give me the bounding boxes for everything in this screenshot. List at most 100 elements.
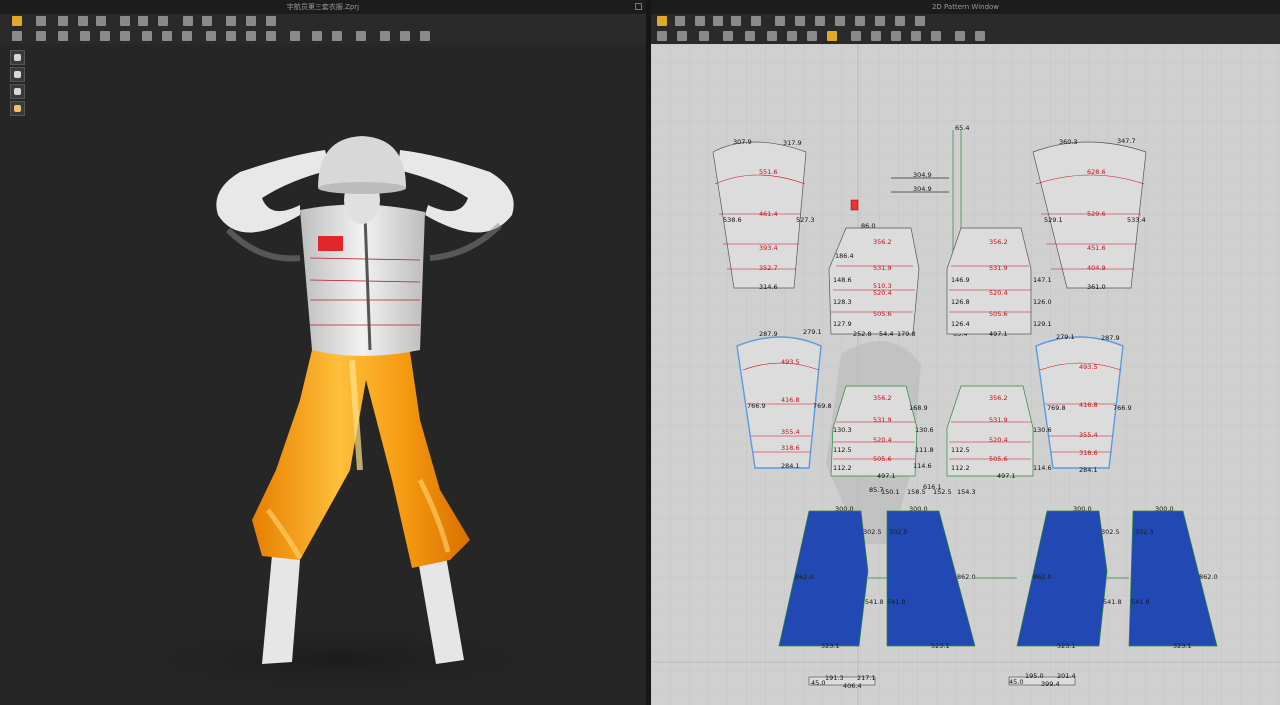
label: 416.8 xyxy=(1079,401,1098,409)
arrow-2d-icon[interactable] xyxy=(871,31,881,41)
edit-curve-icon[interactable] xyxy=(695,16,705,26)
label: 112.5 xyxy=(951,446,970,454)
label: 279.1 xyxy=(1056,333,1075,341)
label: 127.9 xyxy=(833,320,852,328)
label: 112.5 xyxy=(833,446,852,454)
label: 399.4 xyxy=(1041,680,1060,688)
label: 287.9 xyxy=(1101,334,1120,342)
label: 54.4 xyxy=(879,330,893,338)
edit-sewing-icon[interactable] xyxy=(767,31,777,41)
label: 862.0 xyxy=(795,573,814,581)
label: 505.6 xyxy=(873,455,892,463)
transform-pattern-icon[interactable] xyxy=(657,16,667,26)
pattern-layout[interactable]: 307.9 317.9 551.6 461.4 393.4 352.7 314.… xyxy=(651,44,1280,705)
label: 356.2 xyxy=(989,394,1008,402)
trace-icon[interactable] xyxy=(915,16,925,26)
label: 531.9 xyxy=(989,264,1008,272)
pin-2d-icon[interactable] xyxy=(699,31,709,41)
label: 279.1 xyxy=(803,328,822,336)
2d-pattern-canvas[interactable]: 307.9 317.9 551.6 461.4 393.4 352.7 314.… xyxy=(651,44,1280,705)
zigzag-icon[interactable] xyxy=(891,31,901,41)
line-2d-icon[interactable] xyxy=(851,31,861,41)
edit-pattern-icon[interactable] xyxy=(675,16,685,26)
curve-point-icon[interactable] xyxy=(713,16,723,26)
dots-2d-icon[interactable] xyxy=(807,31,817,41)
measure-2d-icon[interactable] xyxy=(931,31,941,41)
rectangle-fill-icon[interactable] xyxy=(795,16,805,26)
label: 148.6 xyxy=(833,276,852,284)
label: 252.8 xyxy=(853,330,872,338)
rectangle-icon[interactable] xyxy=(775,16,785,26)
label: 862.0 xyxy=(1199,573,1218,581)
label: 304.9 xyxy=(913,185,932,193)
label: 356.2 xyxy=(989,238,1008,246)
2d-toolbar-row-1 xyxy=(651,14,1280,29)
label: 451.6 xyxy=(1087,244,1106,252)
label: 541.8 xyxy=(1103,598,1122,606)
internal-circle-icon[interactable] xyxy=(875,16,885,26)
label: 126.4 xyxy=(951,320,970,328)
label: 628.6 xyxy=(1087,168,1106,176)
label: 112.2 xyxy=(833,464,852,472)
label: 523.1 xyxy=(1057,642,1076,650)
seam-icon[interactable] xyxy=(745,31,755,41)
label: 318.6 xyxy=(781,444,800,452)
label: 302.5 xyxy=(1101,528,1120,536)
label: 154.3 xyxy=(957,488,976,496)
label: 318.6 xyxy=(1079,449,1098,457)
circle-pattern-icon[interactable] xyxy=(815,16,825,26)
3d-garment-window[interactable]: 宇航员第三套衣服.Zprj xyxy=(0,0,646,705)
dart-icon[interactable] xyxy=(895,16,905,26)
add-point-icon[interactable] xyxy=(731,16,741,26)
3d-viewport[interactable] xyxy=(0,0,646,705)
pattern-body-front-left[interactable]: 86.0 356.2 531.9 510.3 520.4 505.6 186.4… xyxy=(828,222,920,338)
label: 147.1 xyxy=(1033,276,1052,284)
internal-polygon-icon[interactable] xyxy=(835,16,845,26)
label: 179.8 xyxy=(897,330,916,338)
label: 523.1 xyxy=(821,642,840,650)
label: 355.4 xyxy=(781,428,800,436)
fold-2d-icon[interactable] xyxy=(723,31,733,41)
label: 86.0 xyxy=(861,222,875,230)
label: 186.4 xyxy=(835,252,854,260)
label: 126.8 xyxy=(951,298,970,306)
orange-pants xyxy=(252,350,470,568)
label: 111.8 xyxy=(915,446,934,454)
label: 766.9 xyxy=(747,402,766,410)
polygon-icon[interactable] xyxy=(751,16,761,26)
label: 128.3 xyxy=(833,298,852,306)
label: 152.5 xyxy=(933,488,952,496)
curve-2d-icon[interactable] xyxy=(787,31,797,41)
free-sew-icon[interactable] xyxy=(677,31,687,41)
label: 45.0 xyxy=(1009,678,1023,686)
label: 347.7 xyxy=(1117,137,1136,145)
label: 195.0 xyxy=(1025,672,1044,680)
label: 531.9 xyxy=(873,264,892,272)
label: 317.9 xyxy=(783,139,802,147)
label: 158.5 xyxy=(907,488,926,496)
label: 126.0 xyxy=(1033,298,1052,306)
label: 497.1 xyxy=(997,472,1016,480)
label: 168.9 xyxy=(909,404,928,412)
label: 302.5 xyxy=(1135,528,1154,536)
flag-patch xyxy=(318,236,343,251)
label: 541.8 xyxy=(1131,598,1150,606)
label: 150.1 xyxy=(881,488,900,496)
label: 300.0 xyxy=(909,505,928,513)
label: 302.5 xyxy=(863,528,882,536)
symmetry-icon[interactable] xyxy=(827,31,837,41)
label: 766.9 xyxy=(1113,404,1132,412)
label: 45.0 xyxy=(811,679,825,687)
dash-icon[interactable] xyxy=(911,31,921,41)
grade-icon[interactable] xyxy=(975,31,985,41)
label: 520.4 xyxy=(873,436,892,444)
label: 404.9 xyxy=(1087,264,1106,272)
label: 531.9 xyxy=(873,416,892,424)
label: 307.9 xyxy=(733,138,752,146)
texture-icon[interactable] xyxy=(955,31,965,41)
internal-rect-icon[interactable] xyxy=(855,16,865,26)
label: 287.9 xyxy=(759,330,778,338)
label: 302.5 xyxy=(889,528,908,536)
2d-pattern-window[interactable]: 2D Pattern Window 307.9 317.9 551.6 461.… xyxy=(651,0,1280,705)
segment-sew-icon[interactable] xyxy=(657,31,667,41)
